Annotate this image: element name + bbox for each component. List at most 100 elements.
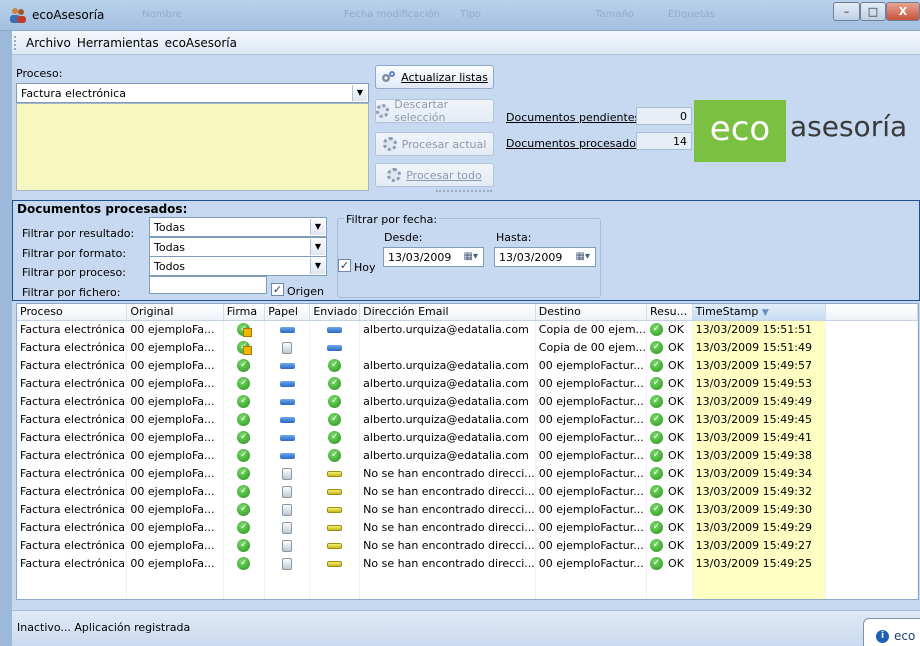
table-row[interactable]: Factura electrónica 00 ejemploFa... ✓ No se… bbox=[17, 518, 918, 536]
desde-label: Desde: bbox=[384, 231, 423, 244]
cell-email: No se han encontrado direcci... bbox=[359, 500, 536, 518]
cell-email: No se han encontrado direcci... bbox=[359, 464, 536, 482]
filtro-fichero-label: Filtrar por fichero: bbox=[22, 286, 121, 299]
toolbar-grip[interactable] bbox=[14, 36, 22, 50]
column-header-email[interactable]: Dirección Email bbox=[359, 304, 536, 321]
filtro-resultado-select[interactable]: Todas ▼ bbox=[149, 217, 327, 237]
table-row[interactable]: Factura electrónica 00 ejemploFa... ✓ No se… bbox=[17, 482, 918, 500]
gear-icon bbox=[387, 168, 402, 182]
grid-body: Factura electrónica 00 ejemploFa... ✓ alber… bbox=[17, 320, 918, 599]
cell-original: 00 ejemploFa... bbox=[126, 446, 224, 464]
cell-resultado-text: OK bbox=[668, 520, 684, 534]
cell-firma: ✓ bbox=[223, 410, 266, 428]
chevron-down-icon[interactable]: ▼ bbox=[310, 258, 325, 274]
splitter-grip[interactable] bbox=[436, 190, 492, 192]
title-bar[interactable]: ecoAsesoría Nombre Fecha modificación Ti… bbox=[0, 0, 920, 31]
table-row[interactable]: Factura electrónica 00 ejemploFa... ✓ ✓ albe… bbox=[17, 446, 918, 464]
maximize-button[interactable]: □ bbox=[860, 2, 886, 21]
section-title: Documentos procesados: bbox=[17, 202, 188, 216]
check-icon: ✓ bbox=[650, 394, 664, 408]
filtro-resultado-value: Todas bbox=[154, 221, 186, 234]
table-row[interactable]: Factura electrónica 00 ejemploFa... ✓ Copia… bbox=[17, 338, 918, 356]
procesar-todo-button[interactable]: Procesar todo bbox=[375, 163, 494, 187]
column-header-destino[interactable]: Destino bbox=[535, 304, 648, 321]
hasta-date-picker[interactable]: 13/03/2009 ▦▾ bbox=[494, 247, 596, 267]
minimize-button[interactable]: – bbox=[833, 2, 860, 21]
actualizar-listas-button[interactable]: Actualizar listas bbox=[375, 65, 494, 89]
calendar-dropdown-icon[interactable]: ▦▾ bbox=[464, 251, 478, 262]
cell-resultado: ✓ OK bbox=[646, 410, 693, 428]
check-icon: ✓ bbox=[650, 538, 664, 552]
menu-ecoasesoria[interactable]: ecoAsesoría bbox=[161, 31, 239, 50]
chevron-down-icon[interactable]: ▼ bbox=[310, 219, 325, 235]
check-icon: ✓ bbox=[650, 322, 664, 336]
table-row[interactable]: Factura electrónica 00 ejemploFa... ✓ ✓ albe… bbox=[17, 392, 918, 410]
tray-notification[interactable]: i eco bbox=[863, 618, 920, 646]
chevron-down-icon[interactable]: ▼ bbox=[352, 85, 367, 101]
cell-resultado: ✓ OK bbox=[646, 446, 693, 464]
table-row[interactable]: Factura electrónica 00 ejemploFa... ✓ No se… bbox=[17, 500, 918, 518]
cell-timestamp: 13/03/2009 15:49:45 bbox=[692, 410, 826, 428]
blue-status-icon bbox=[279, 362, 295, 369]
cell-timestamp: 13/03/2009 15:49:38 bbox=[692, 446, 826, 464]
check-icon: ✓ bbox=[650, 358, 664, 372]
cell-original: 00 ejemploFa... bbox=[126, 464, 224, 482]
hoy-checkbox[interactable]: ✓ bbox=[338, 259, 351, 272]
origen-checkbox[interactable]: ✓ bbox=[271, 283, 284, 296]
table-row[interactable]: Factura electrónica 00 ejemploFa... ✓ No se… bbox=[17, 536, 918, 554]
cell-email: alberto.urquiza@edatalia.com bbox=[359, 356, 536, 374]
cell-filler bbox=[825, 446, 918, 464]
column-header-timestamp[interactable]: TimeStamp ▼ bbox=[692, 304, 826, 321]
cell-destino: 00 ejemploFactur... bbox=[535, 356, 648, 374]
procesar-actual-button[interactable]: Procesar actual bbox=[375, 132, 494, 156]
cell-proceso: Factura electrónica bbox=[17, 356, 128, 374]
descartar-seleccion-button[interactable]: Descartar selección bbox=[375, 98, 494, 124]
origen-label: Origen bbox=[287, 285, 324, 298]
documents-grid[interactable]: Proceso Original Firma Papel Enviado Dir… bbox=[16, 303, 919, 600]
filtro-proceso-select[interactable]: Todos ▼ bbox=[149, 256, 327, 276]
ghost-column-header: Tipo bbox=[460, 9, 482, 20]
column-header-papel[interactable]: Papel bbox=[264, 304, 311, 321]
check-icon: ✓ bbox=[650, 484, 664, 498]
proceso-select[interactable]: Factura electrónica ▼ bbox=[16, 83, 369, 103]
column-header-original[interactable]: Original bbox=[126, 304, 224, 321]
filtro-fichero-input[interactable] bbox=[149, 276, 267, 294]
yellow-status-icon bbox=[327, 488, 343, 495]
table-row[interactable]: Factura electrónica 00 ejemploFa... ✓ alber… bbox=[17, 320, 918, 338]
procesados-label: Documentos procesados: bbox=[506, 137, 646, 150]
cell-filler bbox=[825, 428, 918, 446]
menu-herramientas[interactable]: Herramientas bbox=[73, 31, 161, 50]
table-row[interactable]: Factura electrónica 00 ejemploFa... ✓ ✓ albe… bbox=[17, 410, 918, 428]
table-row[interactable]: Factura electrónica 00 ejemploFa... ✓ No se… bbox=[17, 464, 918, 482]
cell-papel bbox=[264, 446, 311, 464]
cell-papel bbox=[264, 428, 311, 446]
cell-firma: ✓ bbox=[223, 446, 266, 464]
cell-resultado: ✓ OK bbox=[646, 554, 693, 572]
menu-archivo[interactable]: Archivo bbox=[22, 31, 73, 50]
cell-email: alberto.urquiza@edatalia.com bbox=[359, 392, 536, 410]
filtro-formato-select[interactable]: Todas ▼ bbox=[149, 237, 327, 257]
column-header-proceso[interactable]: Proceso bbox=[17, 304, 128, 321]
app-people-icon bbox=[10, 8, 26, 23]
descartar-seleccion-label: Descartar selección bbox=[394, 98, 449, 124]
calendar-dropdown-icon[interactable]: ▦▾ bbox=[576, 251, 590, 262]
paper-icon bbox=[282, 485, 293, 498]
cell-enviado bbox=[309, 320, 361, 338]
table-row[interactable]: Factura electrónica 00 ejemploFa... ✓ ✓ albe… bbox=[17, 356, 918, 374]
cell-papel bbox=[264, 374, 311, 392]
table-row[interactable]: Factura electrónica 00 ejemploFa... ✓ ✓ albe… bbox=[17, 374, 918, 392]
column-header-enviado[interactable]: Enviado bbox=[309, 304, 361, 321]
table-row[interactable]: Factura electrónica 00 ejemploFa... ✓ ✓ albe… bbox=[17, 428, 918, 446]
cell-resultado: ✓ OK bbox=[646, 338, 693, 356]
chevron-down-icon[interactable]: ▼ bbox=[310, 239, 325, 255]
column-header-firma[interactable]: Firma bbox=[223, 304, 266, 321]
close-button[interactable]: X bbox=[886, 2, 920, 21]
cell-filler bbox=[825, 338, 918, 356]
blue-status-icon bbox=[279, 326, 295, 333]
cell-enviado bbox=[309, 482, 361, 500]
column-header-resultado[interactable]: Resu... bbox=[646, 304, 693, 321]
check-icon: ✓ bbox=[650, 376, 664, 390]
table-row[interactable]: Factura electrónica 00 ejemploFa... ✓ No se… bbox=[17, 554, 918, 572]
desde-date-picker[interactable]: 13/03/2009 ▦▾ bbox=[383, 247, 484, 267]
cell-filler bbox=[825, 410, 918, 428]
